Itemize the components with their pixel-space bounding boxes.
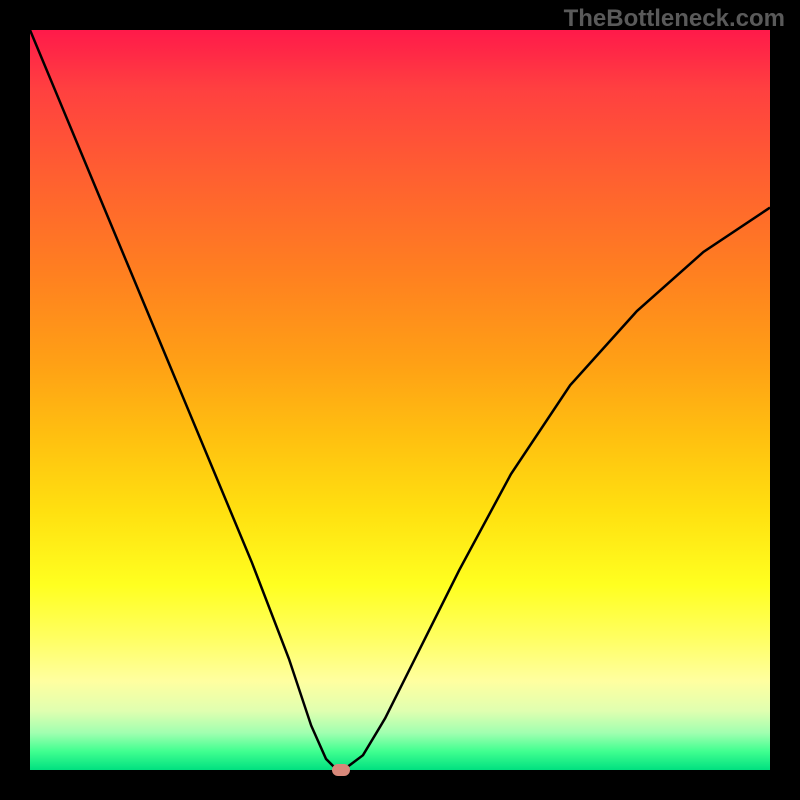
plot-area xyxy=(30,30,770,770)
chart-container: TheBottleneck.com xyxy=(0,0,800,800)
minimum-marker xyxy=(332,764,350,776)
bottleneck-curve xyxy=(30,30,770,770)
watermark-text: TheBottleneck.com xyxy=(564,5,785,33)
curve-svg xyxy=(30,30,770,770)
